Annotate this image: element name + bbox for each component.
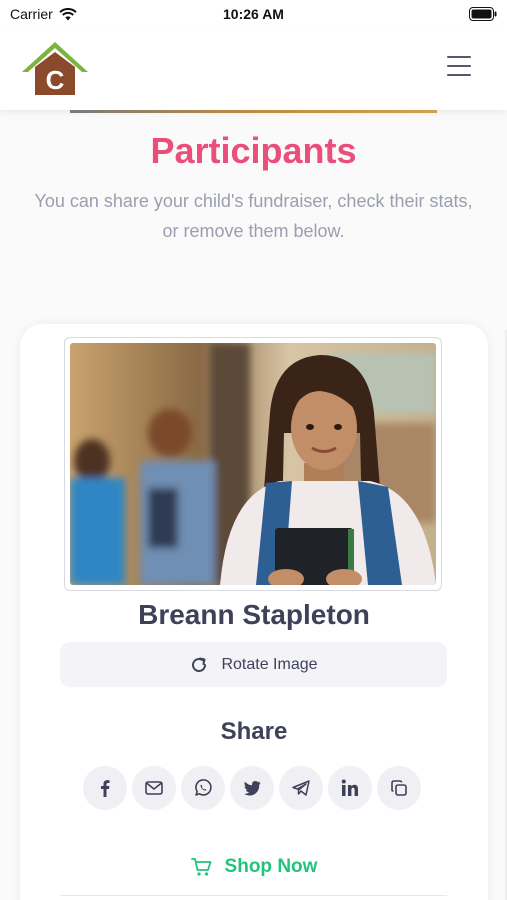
- page-subtitle: You can share your child's fundraiser, c…: [34, 191, 473, 241]
- facebook-icon: [101, 780, 110, 797]
- share-title: Share: [220, 718, 288, 745]
- share-email-button[interactable]: [132, 766, 176, 810]
- participant-photo-frame: [64, 337, 442, 591]
- page-title: Participants: [150, 130, 357, 171]
- shopping-cart-icon: [190, 858, 211, 876]
- status-bar: Carrier 10:26 AM: [0, 0, 507, 30]
- hamburger-menu-icon[interactable]: [447, 56, 471, 76]
- shop-now-button[interactable]: Shop Now: [20, 856, 488, 878]
- divider: [60, 895, 447, 896]
- battery-icon: [469, 7, 497, 21]
- whatsapp-icon: [195, 779, 212, 796]
- twitter-icon: [244, 781, 261, 796]
- participant-photo: [70, 343, 436, 589]
- rotate-icon: [192, 657, 207, 672]
- share-copy-link-button[interactable]: [377, 766, 421, 810]
- share-facebook-button[interactable]: [83, 766, 127, 810]
- share-linkedin-button[interactable]: [328, 766, 372, 810]
- rotate-image-button[interactable]: Rotate Image: [60, 642, 447, 687]
- app-header: C: [0, 30, 507, 110]
- shop-now-label: Shop Now: [224, 856, 318, 877]
- banner-image-edge: [70, 110, 437, 113]
- rotate-image-label: Rotate Image: [221, 655, 318, 673]
- copy-link-icon: [391, 780, 407, 796]
- linkedin-icon: [341, 779, 358, 796]
- email-icon: [145, 781, 163, 795]
- participant-name: Breann Stapleton: [138, 599, 370, 630]
- share-telegram-button[interactable]: [279, 766, 323, 810]
- participant-card: Breann Stapleton Rotate Image Share Shop…: [20, 324, 488, 900]
- share-buttons: [83, 766, 425, 810]
- telegram-icon: [292, 780, 310, 796]
- logo-letter: C: [46, 65, 65, 95]
- share-twitter-button[interactable]: [230, 766, 274, 810]
- share-whatsapp-button[interactable]: [181, 766, 225, 810]
- home-logo[interactable]: C: [20, 40, 90, 96]
- status-time: 10:26 AM: [223, 6, 284, 22]
